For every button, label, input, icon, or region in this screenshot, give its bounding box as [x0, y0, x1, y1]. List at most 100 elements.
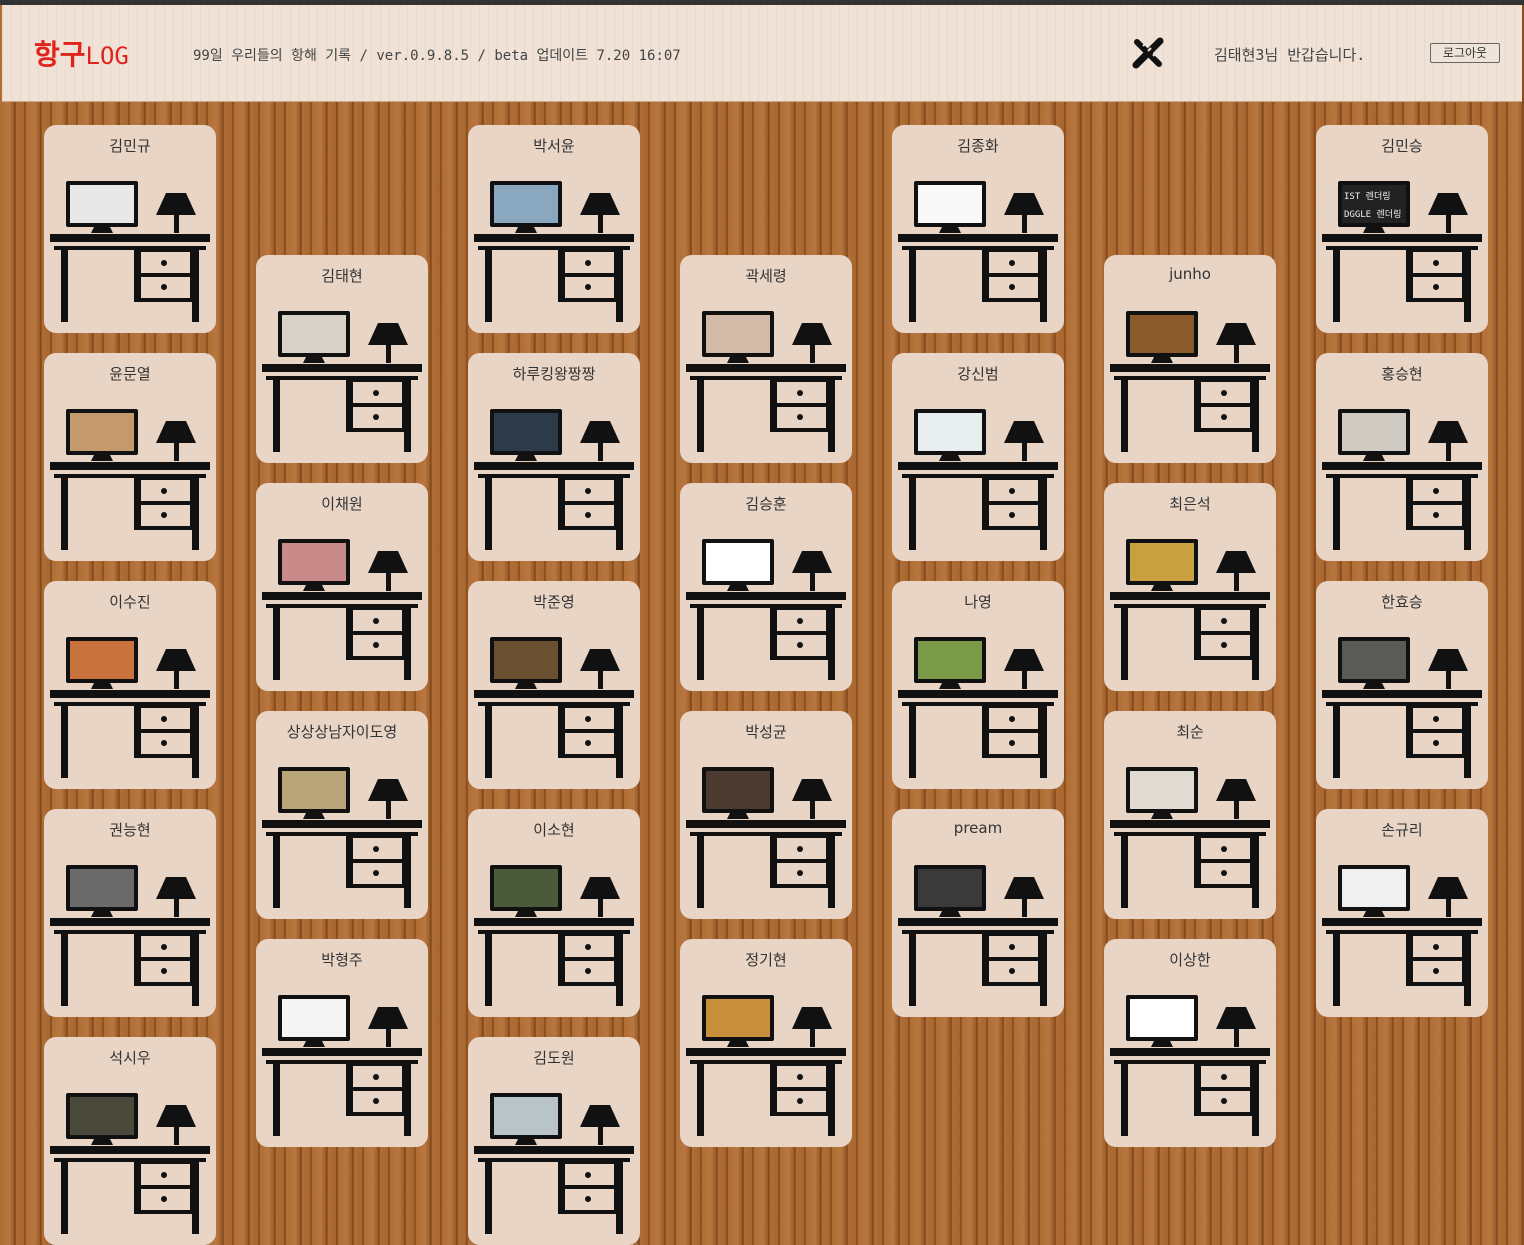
desk-card[interactable]: 박형주 — [256, 939, 428, 1147]
desk-card[interactable]: junho — [1104, 255, 1276, 463]
desk-owner-name: 홍승현 — [1381, 365, 1423, 383]
desk-card[interactable]: 최순 — [1104, 711, 1276, 919]
desk-illustration — [686, 311, 846, 452]
lamp-icon — [580, 193, 620, 233]
desk-illustration — [262, 995, 422, 1136]
desk-card[interactable]: 손규리 — [1316, 809, 1488, 1017]
desk-illustration — [474, 1093, 634, 1234]
logout-button[interactable]: 로그아웃 — [1430, 43, 1500, 63]
desk-table — [1322, 918, 1482, 1006]
desk-illustration — [474, 181, 634, 322]
monitor — [1126, 311, 1198, 363]
monitor — [490, 181, 562, 233]
desk-table — [898, 462, 1058, 550]
desk-card[interactable]: 김태현 — [256, 255, 428, 463]
desk-illustration — [50, 637, 210, 778]
monitor-screen — [918, 413, 982, 451]
desk-owner-name: 김승훈 — [745, 495, 787, 513]
desk-card[interactable]: 나영 — [892, 581, 1064, 789]
desk-card[interactable]: 윤문열 — [44, 353, 216, 561]
monitor-screen — [70, 869, 134, 907]
desk-table — [1322, 234, 1482, 322]
lamp-icon — [792, 551, 832, 591]
desk-owner-name: 손규리 — [1381, 821, 1423, 839]
monitor-screen — [1130, 771, 1194, 809]
desk-owner-name: 박준영 — [533, 593, 575, 611]
desk-card[interactable]: 권능현 — [44, 809, 216, 1017]
desk-card[interactable]: 이소현 — [468, 809, 640, 1017]
desk-table — [262, 364, 422, 452]
desk-card[interactable]: 석시우 — [44, 1037, 216, 1245]
lamp-icon — [368, 1007, 408, 1047]
lamp-icon — [792, 323, 832, 363]
desk-card[interactable]: 정기현 — [680, 939, 852, 1147]
desk-illustration — [898, 865, 1058, 1006]
lamp-icon — [1428, 649, 1468, 689]
desk-table — [1322, 690, 1482, 778]
desk-table — [1110, 820, 1270, 908]
desk-table — [262, 592, 422, 680]
desk-illustration — [50, 181, 210, 322]
desk-illustration — [1322, 865, 1482, 1006]
desk-illustration — [1110, 311, 1270, 452]
lamp-icon — [1428, 421, 1468, 461]
desk-illustration — [898, 409, 1058, 550]
desk-card[interactable]: 강신범 — [892, 353, 1064, 561]
desk-card[interactable]: 박성균 — [680, 711, 852, 919]
desk-illustration — [262, 311, 422, 452]
desk-card[interactable]: 김도원 — [468, 1037, 640, 1245]
desk-card[interactable]: 이상한 — [1104, 939, 1276, 1147]
desk-card[interactable]: 박준영 — [468, 581, 640, 789]
desk-card[interactable]: pream — [892, 809, 1064, 1017]
monitor-screen — [70, 641, 134, 679]
desk-owner-name: 권능현 — [109, 821, 151, 839]
app-logo[interactable]: 항구LOG — [34, 33, 129, 73]
monitor — [66, 181, 138, 233]
lamp-icon — [156, 193, 196, 233]
pen-ruler-icon[interactable] — [1130, 35, 1166, 71]
desk-card[interactable]: 김민규 — [44, 125, 216, 333]
desk-table — [1322, 462, 1482, 550]
monitor — [490, 409, 562, 461]
monitor-screen — [1342, 641, 1406, 679]
svg-text:IST 렌더링: IST 렌더링 — [1344, 190, 1391, 202]
desk-table — [474, 918, 634, 1006]
desk-card[interactable]: 김승훈 — [680, 483, 852, 691]
desk-card[interactable]: 이채원 — [256, 483, 428, 691]
desk-owner-name: 김태현 — [321, 267, 363, 285]
monitor — [702, 995, 774, 1047]
desk-table — [474, 690, 634, 778]
desk-owner-name: 하루킹왕짱짱 — [512, 365, 596, 383]
lamp-icon — [580, 877, 620, 917]
lamp-icon — [580, 649, 620, 689]
desk-table — [474, 1146, 634, 1234]
desk-illustration — [1110, 539, 1270, 680]
desk-card[interactable]: 박서윤 — [468, 125, 640, 333]
desk-owner-name: 박서윤 — [533, 137, 575, 155]
desk-card[interactable]: 이수진 — [44, 581, 216, 789]
monitor — [66, 409, 138, 461]
monitor — [490, 865, 562, 917]
desk-card[interactable]: 김종화 — [892, 125, 1064, 333]
monitor — [66, 637, 138, 689]
monitor-screen — [1130, 315, 1194, 353]
desk-illustration — [50, 409, 210, 550]
desk-owner-name: 이상한 — [1169, 951, 1211, 969]
monitor — [914, 865, 986, 917]
lamp-icon — [156, 421, 196, 461]
monitor-screen — [706, 771, 770, 809]
lamp-icon — [156, 877, 196, 917]
desk-card[interactable]: 홍승현 — [1316, 353, 1488, 561]
monitor-screen — [494, 1097, 558, 1135]
lamp-icon — [1428, 877, 1468, 917]
desk-card[interactable]: 하루킹왕짱짱 — [468, 353, 640, 561]
desk-card[interactable]: 상상상남자이도영 — [256, 711, 428, 919]
desk-illustration — [686, 539, 846, 680]
desk-card[interactable]: 최은석 — [1104, 483, 1276, 691]
lamp-icon — [1216, 779, 1256, 819]
desk-card[interactable]: 한효승 — [1316, 581, 1488, 789]
desk-table — [474, 234, 634, 322]
desk-card[interactable]: 김민승 IST 렌더링 DGGLE 렌더링 — [1316, 125, 1488, 333]
desk-card[interactable]: 곽세령 — [680, 255, 852, 463]
desk-owner-name: 김민규 — [109, 137, 151, 155]
